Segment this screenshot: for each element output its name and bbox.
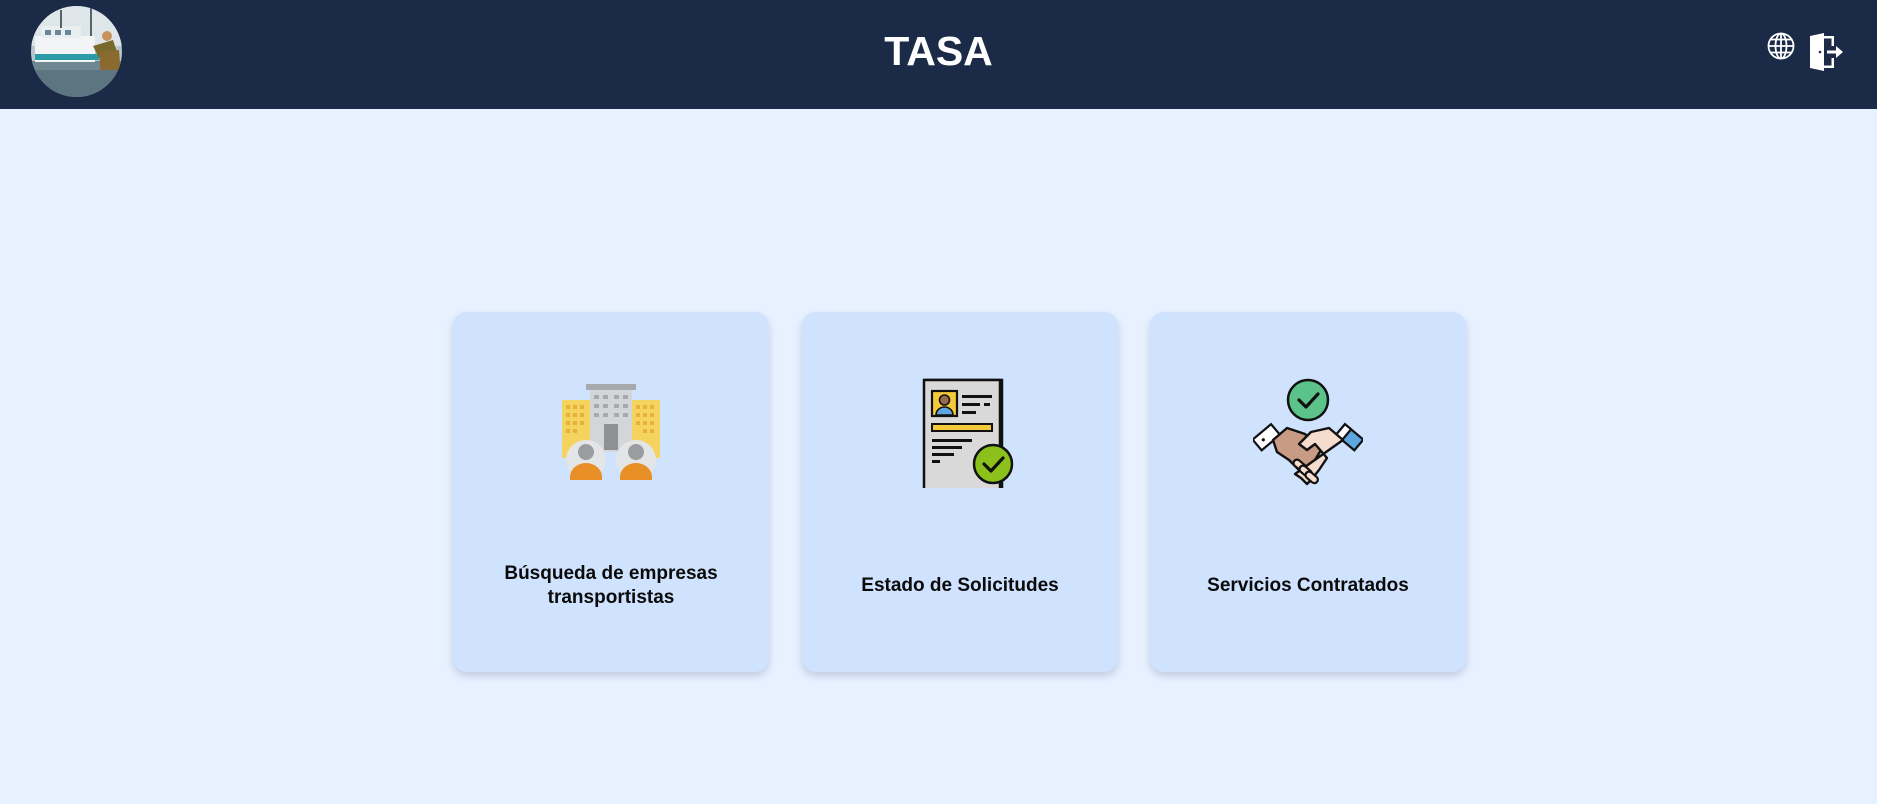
logout-door-icon[interactable]: [1808, 33, 1844, 71]
handshake-check-icon: [1253, 378, 1363, 488]
card-label: Servicios Contratados: [1207, 575, 1409, 596]
top-header: TASA: [0, 0, 1877, 109]
card-busqueda-empresas[interactable]: Búsqueda de empresas transportistas: [453, 312, 769, 672]
card-estado-solicitudes[interactable]: Estado de Solicitudes: [802, 312, 1118, 672]
app-title: TASA: [884, 28, 993, 74]
card-servicios-contratados[interactable]: Servicios Contratados: [1150, 312, 1466, 672]
main-menu-cards: Búsqueda de empresas transportistas Esta…: [453, 312, 1466, 672]
card-label: Estado de Solicitudes: [861, 575, 1059, 596]
document-check-icon: [905, 378, 1015, 488]
buildings-people-icon: [556, 378, 666, 488]
globe-icon[interactable]: [1766, 31, 1796, 61]
card-label: Búsqueda de empresas transportistas: [504, 563, 718, 608]
